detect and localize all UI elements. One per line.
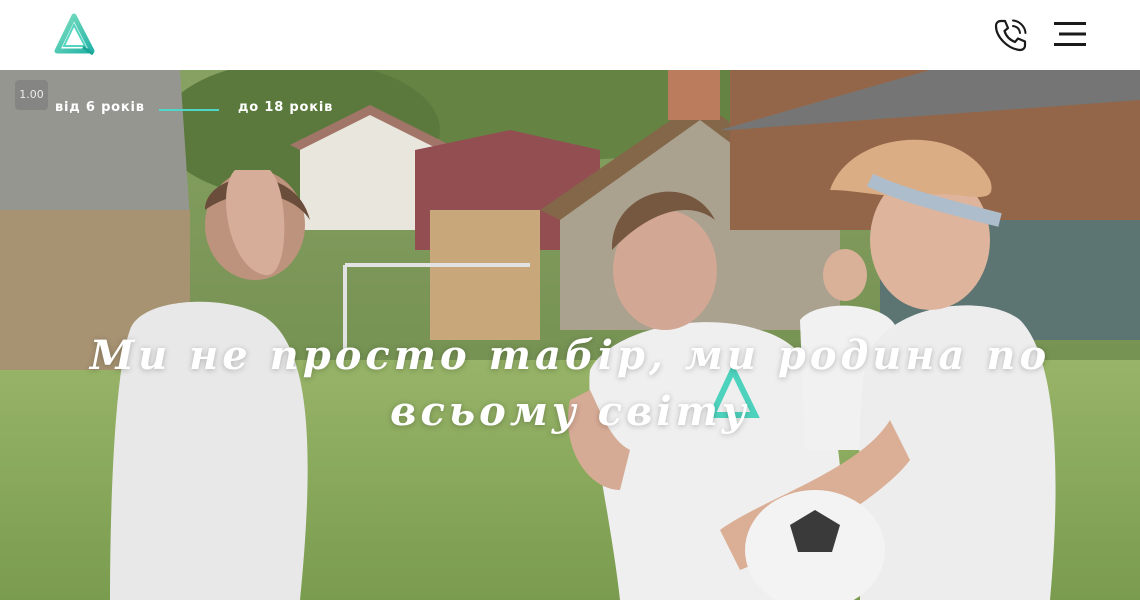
age-to-label: до 18 років xyxy=(238,100,334,115)
age-from-label: від 6 років xyxy=(55,100,145,115)
site-header xyxy=(0,0,1140,70)
phone-icon[interactable] xyxy=(993,17,1027,53)
age-range-divider xyxy=(159,109,219,111)
hero-video[interactable]: 1.00 від 6 років до 18 років Ми не прост… xyxy=(0,70,1140,600)
triangle-logo-icon xyxy=(54,13,95,55)
playback-speed-badge[interactable]: 1.00 xyxy=(15,80,48,110)
hamburger-menu-icon[interactable] xyxy=(1054,21,1086,47)
hero-title: Ми не просто табір, ми родина по всьому … xyxy=(89,332,1051,435)
